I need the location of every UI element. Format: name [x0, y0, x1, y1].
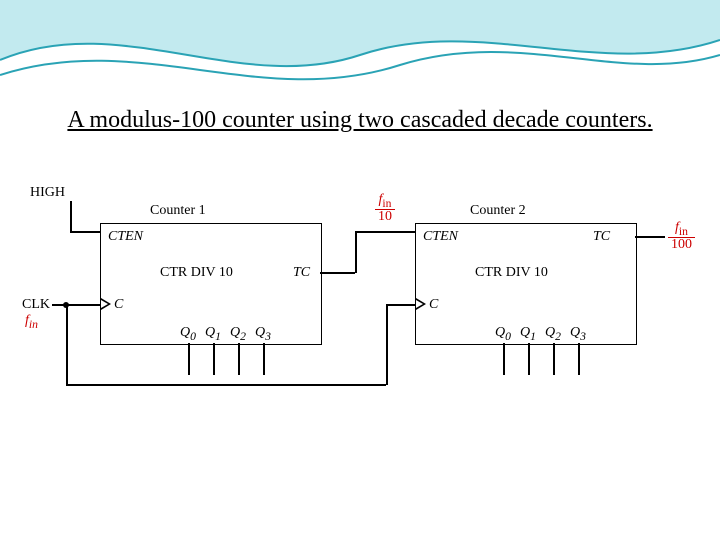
label-high: HIGH [30, 185, 65, 201]
wire [355, 231, 415, 233]
wire [503, 343, 505, 375]
wire [355, 231, 357, 273]
label-fin-100: fin100 [668, 221, 695, 252]
circuit-diagram: HIGH CLK fin Counter 1 CTEN CTR DIV 10 T… [30, 185, 700, 395]
pin-q1-1: Q1 [205, 325, 221, 343]
wire [635, 236, 665, 238]
label-ctr1: CTR DIV 10 [160, 265, 233, 281]
pin-tc-1: TC [293, 265, 310, 281]
wire [70, 231, 100, 233]
wire [188, 343, 190, 375]
pin-c-2: C [429, 297, 438, 313]
wire [386, 304, 415, 306]
wire [528, 343, 530, 375]
wire [66, 304, 68, 384]
label-clk: CLK [22, 297, 50, 313]
pin-tc-2: TC [593, 229, 610, 245]
pin-q3-2: Q3 [570, 325, 586, 343]
clock-triangle-1 [101, 298, 111, 310]
wire [66, 384, 386, 386]
wire [553, 343, 555, 375]
wire [263, 343, 265, 375]
wire [213, 343, 215, 375]
page-title: A modulus-100 counter using two cascaded… [0, 105, 720, 135]
pin-c-1: C [114, 297, 123, 313]
wire [578, 343, 580, 375]
label-fin-10: fin10 [375, 193, 395, 224]
pin-q1-2: Q1 [520, 325, 536, 343]
label-counter2: Counter 2 [470, 203, 526, 219]
label-counter1: Counter 1 [150, 203, 206, 219]
wire [320, 272, 355, 274]
wire [386, 304, 388, 385]
wire [238, 343, 240, 375]
pin-cten-1: CTEN [108, 229, 143, 245]
pin-cten-2: CTEN [423, 229, 458, 245]
pin-q0-1: Q0 [180, 325, 196, 343]
label-fin: fin [25, 313, 38, 331]
wire [70, 201, 72, 231]
label-ctr2: CTR DIV 10 [475, 265, 548, 281]
pin-q0-2: Q0 [495, 325, 511, 343]
decorative-wave [0, 0, 720, 95]
pin-q2-2: Q2 [545, 325, 561, 343]
clock-triangle-2 [416, 298, 426, 310]
wire [52, 304, 100, 306]
pin-q3-1: Q3 [255, 325, 271, 343]
pin-q2-1: Q2 [230, 325, 246, 343]
